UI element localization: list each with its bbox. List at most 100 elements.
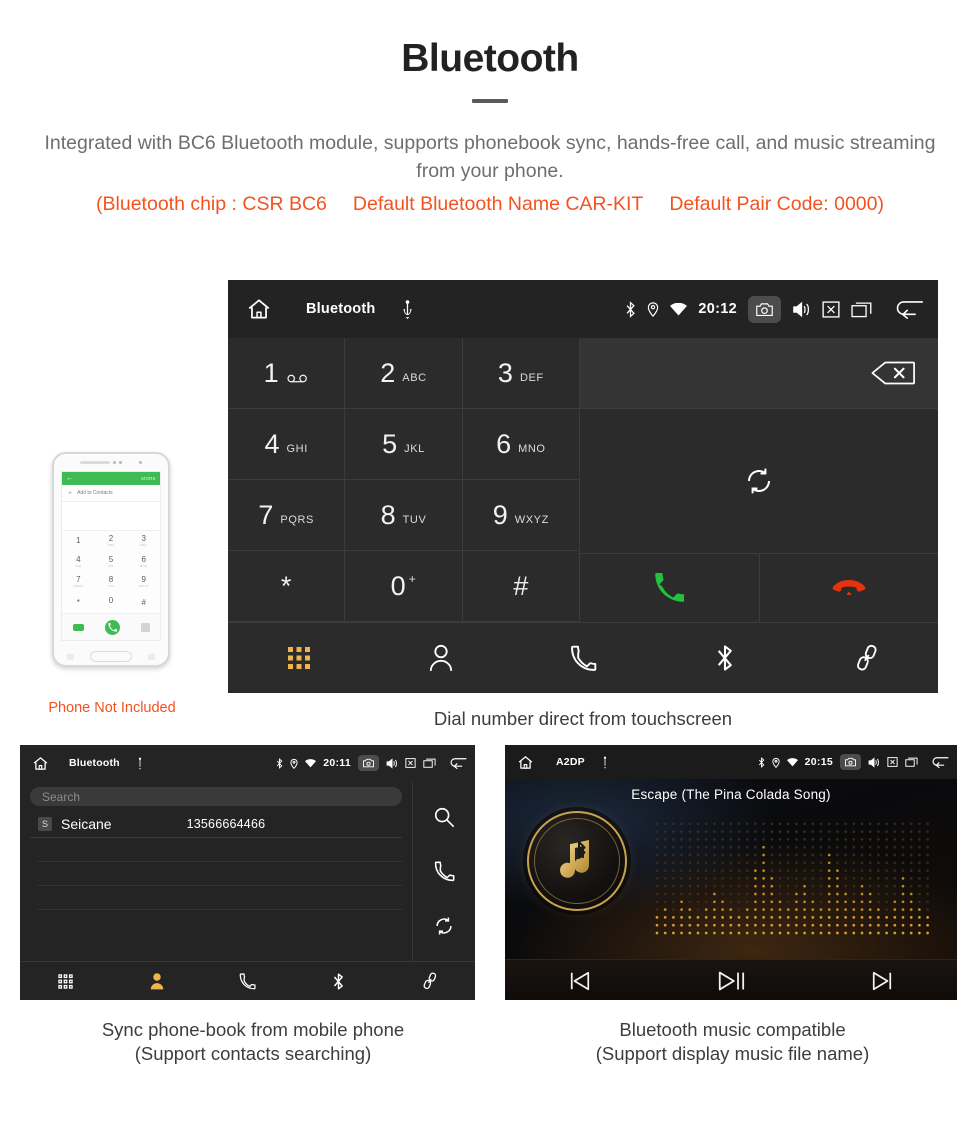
nav-contacts[interactable] [370, 644, 512, 672]
search-input[interactable]: Search [30, 787, 402, 806]
music-bluetooth-logo [527, 811, 627, 911]
next-button[interactable] [806, 970, 957, 992]
phonebook-statusbar: Bluetooth 20:11 [20, 745, 475, 781]
phone-earpiece [54, 454, 168, 471]
phone-key: 7 PQRS [73, 575, 84, 589]
spec-chip: (Bluetooth chip : CSR BC6 [96, 193, 327, 216]
music-caption: Bluetooth music compatible (Support disp… [505, 1018, 960, 1067]
phonebook-caption: Sync phone-book from mobile phone (Suppo… [18, 1018, 488, 1067]
sync-icon[interactable] [743, 465, 775, 497]
close-icon[interactable] [822, 300, 840, 318]
phone-back-icon: ← [66, 475, 73, 482]
call-actions-row [580, 554, 938, 622]
wifi-icon [786, 757, 798, 767]
back-icon[interactable] [894, 299, 924, 319]
key-3[interactable]: 3 DEF [462, 338, 580, 409]
key-hash[interactable]: # [462, 551, 580, 622]
search-icon[interactable] [433, 806, 455, 828]
phone-screen: ← MORE + Add to Contacts 1 2 ABC 3 DEF 4 GH… [61, 471, 161, 641]
bluetooth-icon [276, 757, 283, 769]
key-0[interactable]: 0 + [345, 551, 463, 622]
key-4[interactable]: 4 GHI [228, 409, 346, 480]
wifi-icon [670, 302, 688, 316]
nav-call-log[interactable] [202, 972, 293, 990]
nav-call-log[interactable] [512, 645, 654, 672]
phonebook-title: Bluetooth [69, 757, 120, 769]
handset-icon[interactable] [434, 861, 455, 882]
camera-icon[interactable] [358, 755, 379, 771]
phone-more-label: MORE [141, 476, 156, 481]
phone-action-row [62, 613, 160, 640]
key-2[interactable]: 2 ABC [345, 338, 463, 409]
close-icon[interactable] [887, 757, 898, 767]
key-6[interactable]: 6 MNO [462, 409, 580, 480]
camera-icon[interactable] [748, 295, 781, 323]
camera-icon[interactable] [840, 754, 861, 770]
phone-key: 5 JKL [107, 554, 115, 568]
dialer-statusbar: Bluetooth 20:12 [228, 280, 938, 338]
call-button[interactable] [580, 554, 760, 622]
music-caption-line1: Bluetooth music compatible [619, 1019, 846, 1040]
previous-button[interactable] [505, 970, 656, 992]
phone-key: # [141, 597, 146, 607]
key-5[interactable]: 5 JKL [345, 409, 463, 480]
nav-link[interactable] [384, 972, 475, 990]
spec-pair-code: Default Pair Code: 0000) [669, 193, 884, 216]
phone-key: 8 TUV [107, 575, 115, 589]
close-icon[interactable] [405, 758, 416, 768]
dialer-right-column [580, 338, 938, 622]
recents-icon[interactable] [851, 301, 872, 318]
contact-row-empty [38, 838, 402, 862]
phone-mockup: ← MORE + Add to Contacts 1 2 ABC 3 DEF 4 GH… [52, 452, 170, 667]
back-icon[interactable] [449, 757, 467, 769]
dialer-keypad: 1 2 ABC 3 DEF 4 GHI 5 JKL 6 MNO 7 PQRS 8 TUV 9W… [228, 338, 580, 622]
recents-icon[interactable] [423, 758, 436, 768]
nav-link[interactable] [796, 644, 938, 672]
usb-icon [401, 299, 414, 319]
hangup-button[interactable] [760, 554, 939, 622]
home-icon[interactable] [517, 754, 534, 771]
spec-line: (Bluetooth chip : CSR BC6 Default Bluetoo… [20, 193, 960, 216]
phone-key: 6 MNO [139, 554, 148, 568]
key-star[interactable]: * [228, 551, 346, 622]
phone-key: 0 + [108, 595, 114, 609]
home-icon[interactable] [246, 296, 272, 322]
phonebook-caption-line2: (Support contacts searching) [134, 1043, 372, 1065]
nav-contacts[interactable] [111, 972, 202, 990]
phonebook-caption-line1: Sync phone-book from mobile phone [101, 1019, 405, 1040]
volume-icon[interactable] [386, 757, 398, 769]
music-caption-line2: (Support display music file name) [595, 1043, 870, 1065]
sync-pane[interactable] [580, 409, 938, 554]
contact-row-empty [38, 862, 402, 886]
play-pause-button[interactable] [656, 969, 807, 993]
key-8[interactable]: 8 TUV [345, 480, 463, 551]
music-statusbar: A2DP 20:15 [505, 745, 957, 779]
phone-add-label: Add to Contacts [77, 490, 113, 496]
backspace-icon[interactable] [870, 360, 916, 386]
number-display[interactable] [580, 338, 938, 409]
contact-row[interactable]: S Seicane 13566664466 [30, 810, 402, 838]
music-title: A2DP [556, 756, 585, 768]
phone-call-button [104, 619, 120, 635]
nav-dialpad[interactable] [228, 646, 370, 670]
phone-key: 4 GHI [75, 554, 82, 568]
contact-row-empty [38, 886, 402, 910]
phonebook-navbar [20, 961, 475, 1000]
recents-icon[interactable] [905, 757, 918, 767]
spec-name: Default Bluetooth Name CAR-KIT [352, 193, 644, 216]
dialer-title: Bluetooth [306, 301, 376, 317]
home-icon[interactable] [32, 755, 49, 772]
key-1[interactable]: 1 [228, 338, 346, 409]
key-7[interactable]: 7 PQRS [228, 480, 346, 551]
back-icon[interactable] [931, 756, 949, 768]
sync-icon[interactable] [433, 915, 455, 937]
nav-bluetooth[interactable] [654, 643, 796, 673]
phone-add-contact-row: + Add to Contacts [62, 485, 160, 502]
wifi-icon [305, 758, 317, 768]
volume-icon[interactable] [792, 301, 811, 318]
nav-bluetooth[interactable] [293, 972, 384, 991]
phone-not-included-note: Phone Not Included [48, 700, 176, 716]
nav-dialpad[interactable] [20, 973, 111, 989]
key-9[interactable]: 9 WXYZ [462, 480, 580, 551]
volume-icon[interactable] [868, 756, 880, 768]
